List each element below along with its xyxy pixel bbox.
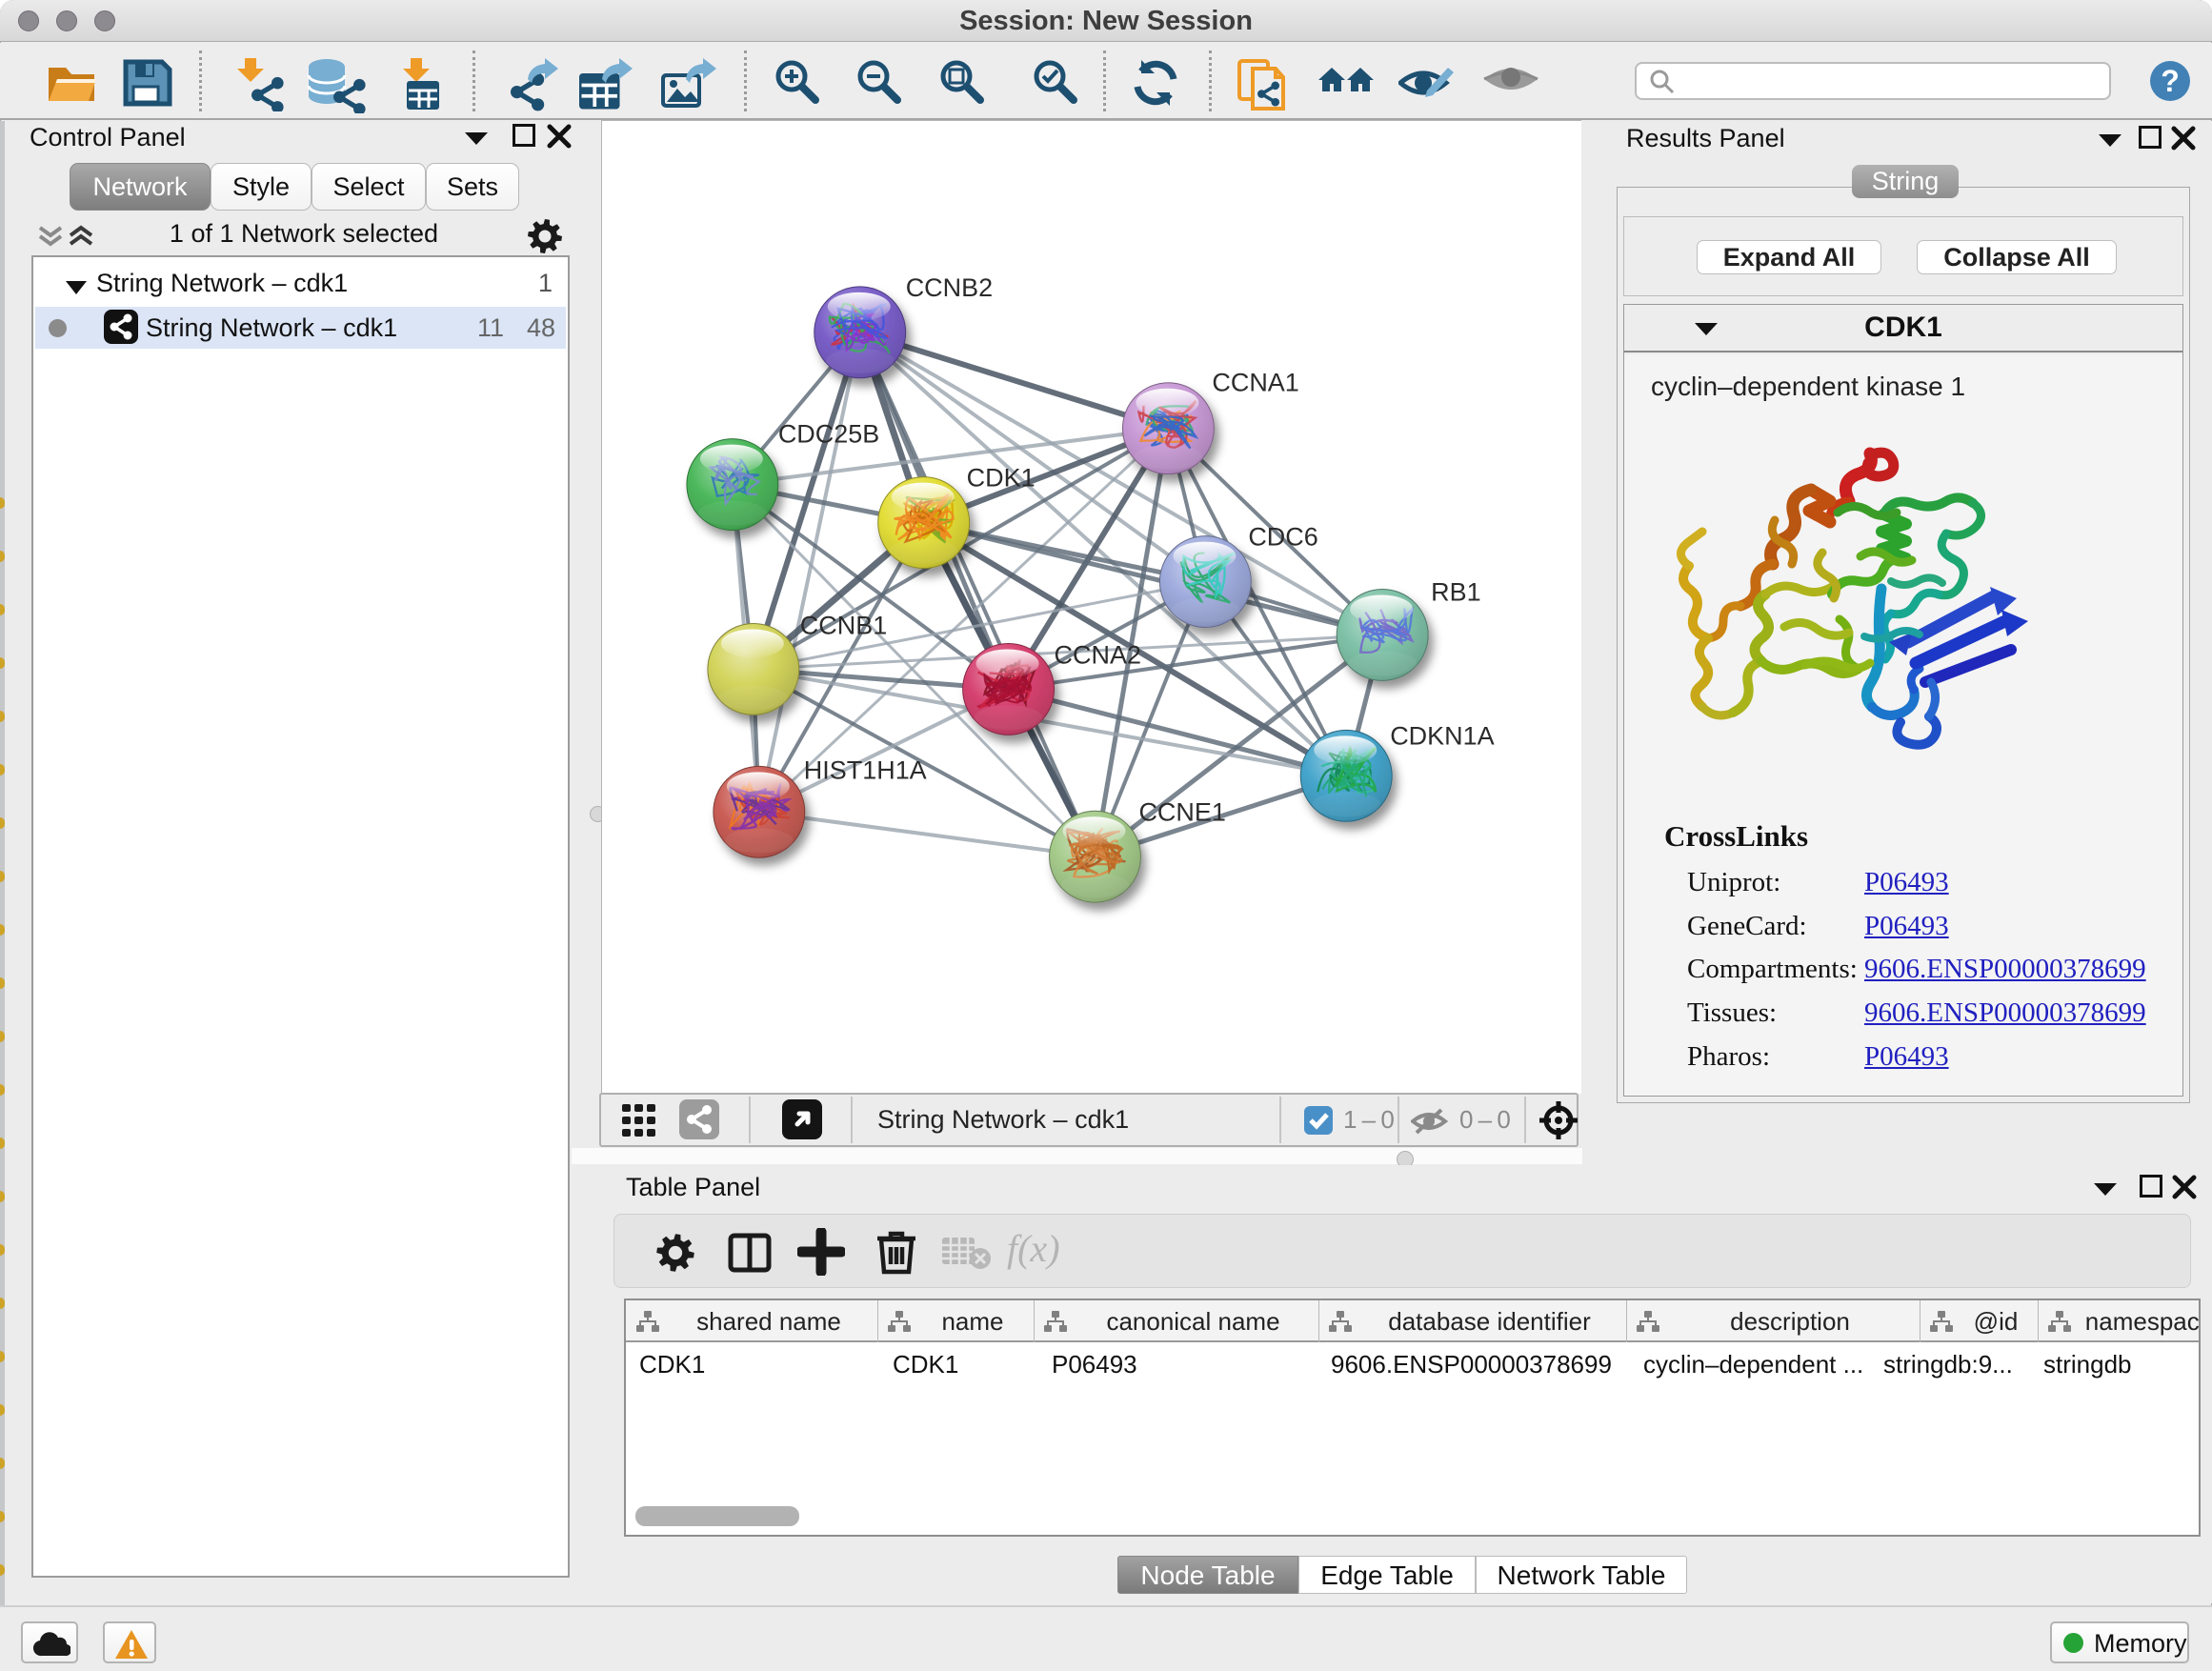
svg-text:HIST1H1A: HIST1H1A: [804, 755, 927, 784]
svg-text:?: ?: [2161, 64, 2180, 98]
svg-text:CCNE1: CCNE1: [1138, 797, 1225, 826]
svg-text:CCNA1: CCNA1: [1212, 369, 1298, 397]
svg-text:CDC25B: CDC25B: [778, 420, 879, 449]
svg-text:RB1: RB1: [1431, 578, 1480, 607]
svg-text:CCNB1: CCNB1: [800, 611, 887, 639]
svg-text:CCNB2: CCNB2: [906, 273, 993, 302]
svg-text:CDC6: CDC6: [1248, 523, 1317, 552]
svg-text:CCNA2: CCNA2: [1055, 640, 1141, 669]
svg-text:CDKN1A: CDKN1A: [1390, 721, 1494, 750]
svg-text:CDK1: CDK1: [967, 464, 1036, 493]
